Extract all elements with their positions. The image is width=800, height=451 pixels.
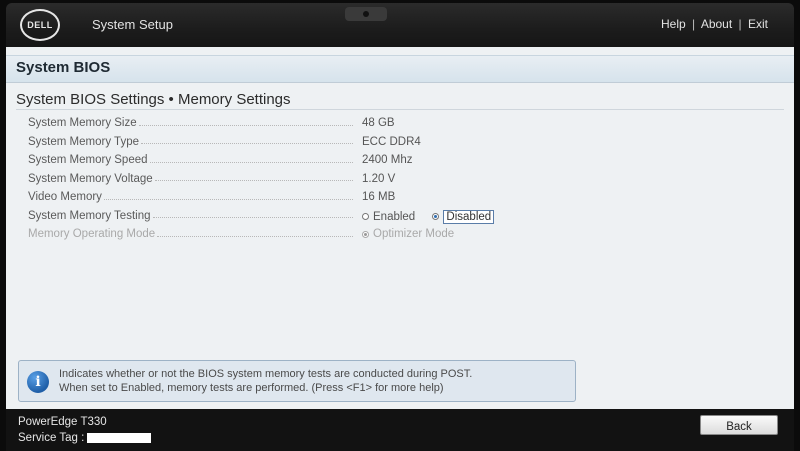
setting-row-memory-operating-mode: Memory Operating Mode Optimizer Mode [28, 226, 788, 245]
setting-row-memory-voltage: System Memory Voltage 1.20 V [28, 171, 788, 190]
setting-label: System Memory Voltage [28, 172, 153, 185]
help-text: Indicates whether or not the BIOS system… [59, 367, 569, 395]
setting-value: 2400 Mhz [362, 154, 413, 166]
radio-circle-icon [362, 213, 369, 220]
setting-value: 16 MB [362, 191, 396, 203]
webcam-notch [345, 7, 387, 21]
top-bar: DELL System Setup Help | About | Exit [6, 3, 794, 47]
setting-row-memory-type: System Memory Type ECC DDR4 [28, 134, 788, 153]
dell-logo: DELL [20, 9, 60, 41]
setting-label: System Memory Testing [28, 209, 151, 222]
link-separator: | [692, 17, 696, 31]
page-title: System BIOS [16, 59, 111, 76]
memory-mode-options: Optimizer Mode [362, 228, 468, 241]
setting-value: 48 GB [362, 117, 395, 129]
service-tag: Service Tag : [18, 432, 152, 444]
radio-circle-selected-icon [362, 230, 369, 238]
setting-label: System Memory Type [28, 135, 139, 148]
top-links: Help | About | Exit [661, 17, 768, 31]
settings-list: System Memory Size 48 GB System Memory T… [28, 115, 788, 245]
main-panel: System BIOS System BIOS Settings • Memor… [6, 47, 794, 409]
help-line-2: When set to Enabled, memory tests are pe… [59, 382, 444, 394]
section-title: System BIOS Settings • Memory Settings [16, 91, 291, 108]
setting-row-memory-size: System Memory Size 48 GB [28, 115, 788, 134]
setting-label: System Memory Size [28, 117, 137, 129]
radio-disabled[interactable]: Disabled [432, 209, 495, 224]
help-box: i Indicates whether or not the BIOS syst… [18, 360, 576, 402]
model-name: PowerEdge T330 [18, 416, 107, 428]
service-tag-redacted [87, 432, 152, 443]
about-link[interactable]: About [701, 17, 732, 31]
memory-testing-options: Enabled Disabled [362, 209, 508, 224]
setting-row-video-memory: Video Memory 16 MB [28, 189, 788, 208]
help-link[interactable]: Help [661, 17, 686, 31]
setting-label: System Memory Speed [28, 154, 148, 166]
setting-label: Memory Operating Mode [28, 228, 156, 240]
radio-label: Disabled [443, 209, 495, 224]
screen-frame: DELL System Setup Help | About | Exit Sy… [0, 0, 800, 451]
link-separator: | [738, 17, 742, 31]
setting-value: ECC DDR4 [362, 135, 421, 148]
setting-row-memory-speed: System Memory Speed 2400 Mhz [28, 152, 788, 171]
exit-link[interactable]: Exit [748, 17, 768, 31]
radio-optimizer-mode: Optimizer Mode [362, 228, 454, 240]
app-title: System Setup [92, 17, 173, 32]
radio-circle-selected-icon [432, 213, 440, 220]
help-line-1: Indicates whether or not the BIOS system… [59, 368, 473, 380]
radio-label: Optimizer Mode [373, 228, 455, 240]
back-button[interactable]: Back [700, 415, 778, 435]
radio-label: Enabled [373, 210, 416, 223]
section-divider [16, 109, 784, 110]
setting-value: 1.20 V [362, 172, 396, 185]
service-tag-label: Service Tag : [18, 432, 85, 444]
bios-header: System BIOS [6, 55, 794, 83]
radio-enabled[interactable]: Enabled [362, 211, 415, 223]
setting-row-memory-testing: System Memory Testing Enabled Disabled [28, 208, 788, 227]
setting-label: Video Memory [28, 191, 102, 203]
info-icon: i [27, 371, 49, 393]
bottom-bar: PowerEdge T330 Service Tag : Back [6, 409, 794, 451]
